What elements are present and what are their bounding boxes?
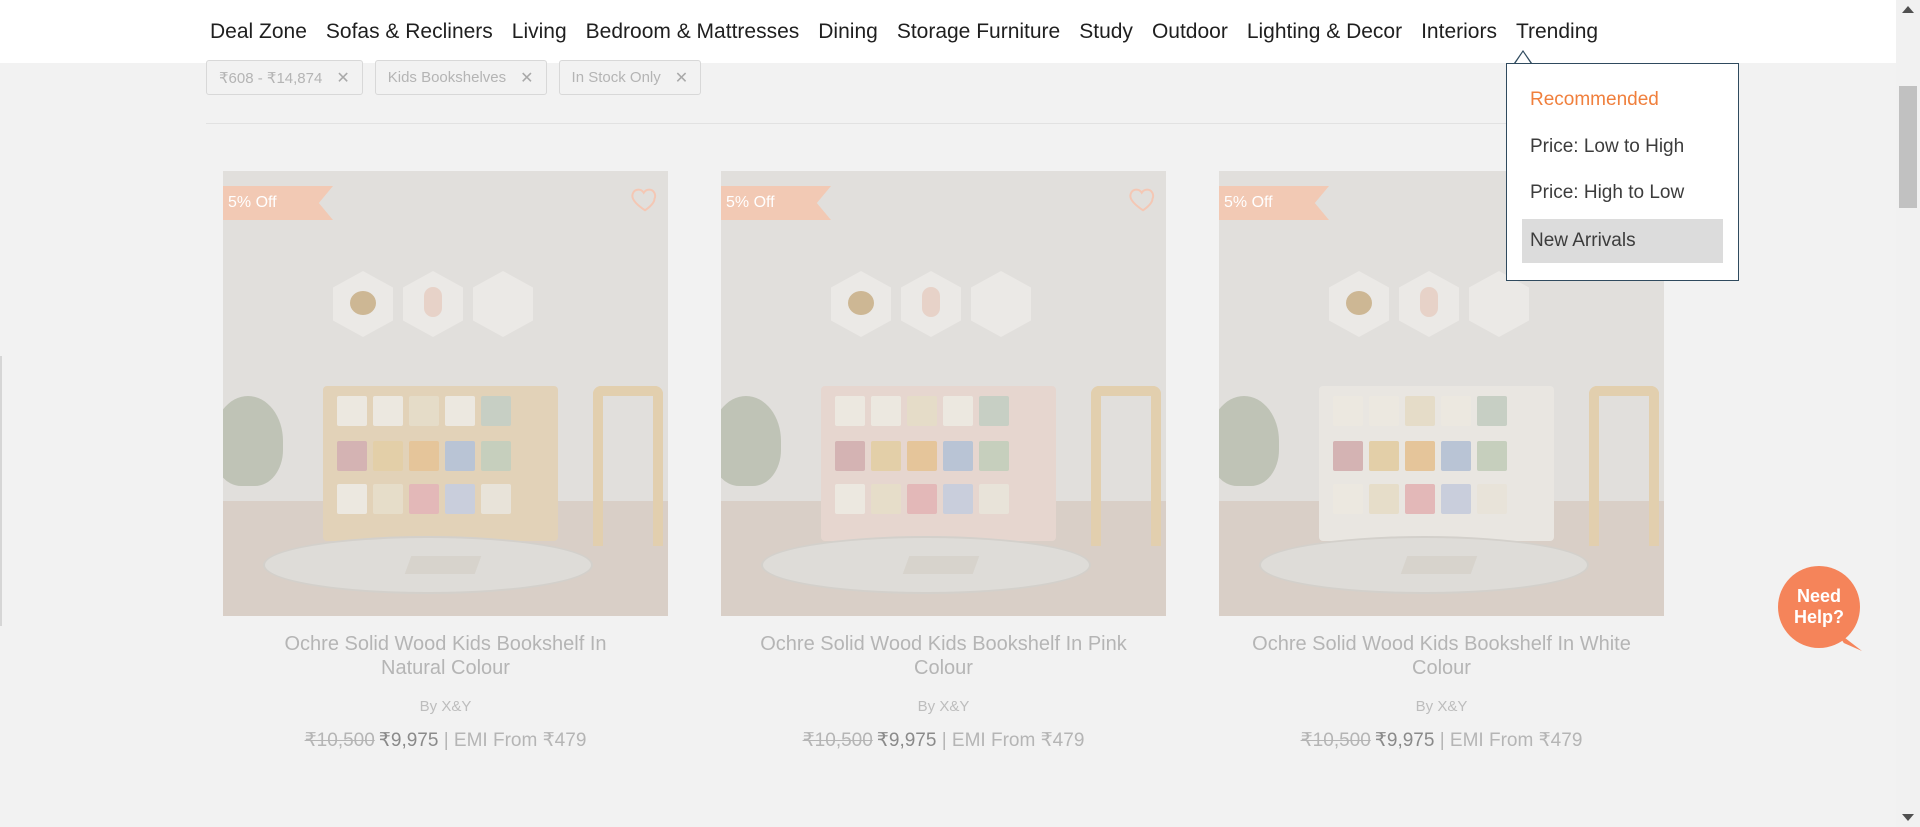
- filter-chip-category[interactable]: Kids Bookshelves ✕: [374, 60, 547, 95]
- emi-text: | EMI From ₹479: [941, 730, 1085, 751]
- product-brand[interactable]: By X&Y: [223, 698, 668, 715]
- help-label-line1: Need: [1796, 586, 1841, 606]
- sort-option-price-high-low[interactable]: Price: High to Low: [1522, 171, 1723, 215]
- discount-badge: 5% Off: [721, 186, 831, 220]
- nav-item-outdoor[interactable]: Outdoor: [1152, 20, 1228, 44]
- nav-item-storage-furniture[interactable]: Storage Furniture: [897, 20, 1060, 44]
- nav-item-lighting-decor[interactable]: Lighting & Decor: [1247, 20, 1402, 44]
- nav-item-interiors[interactable]: Interiors: [1421, 20, 1497, 44]
- heart-icon[interactable]: [630, 184, 660, 214]
- nav-item-living[interactable]: Living: [512, 20, 567, 44]
- product-title[interactable]: Ochre Solid Wood Kids Bookshelf In Pink …: [721, 632, 1166, 680]
- filter-chip-stock[interactable]: In Stock Only ✕: [558, 60, 702, 95]
- product-brand[interactable]: By X&Y: [721, 698, 1166, 715]
- product-title[interactable]: Ochre Solid Wood Kids Bookshelf In Natur…: [223, 632, 668, 680]
- applied-filters: ₹608 - ₹14,874 ✕ Kids Bookshelves ✕ In S…: [206, 60, 713, 95]
- discount-badge: 5% Off: [223, 186, 333, 220]
- divider: [206, 123, 1666, 124]
- discount-badge: 5% Off: [1219, 186, 1329, 220]
- emi-text: | EMI From ₹479: [443, 730, 587, 751]
- product-price: ₹10,500 ₹9,975 | EMI From ₹479: [721, 729, 1166, 752]
- scroll-up-icon[interactable]: [1902, 6, 1914, 13]
- filter-chip-price[interactable]: ₹608 - ₹14,874 ✕: [206, 60, 363, 95]
- product-image[interactable]: 5% Off: [223, 171, 668, 616]
- nav-item-trending[interactable]: Trending: [1516, 20, 1598, 44]
- scrollbar[interactable]: [1896, 0, 1920, 827]
- product-title[interactable]: Ochre Solid Wood Kids Bookshelf In White…: [1219, 632, 1664, 680]
- mrp: ₹10,500: [802, 730, 873, 751]
- product-image[interactable]: 5% Off: [721, 171, 1166, 616]
- product-card[interactable]: 5% Off Ochre Solid Wood Kids Bookshelf I…: [223, 171, 668, 752]
- nav-item-deal-zone[interactable]: Deal Zone: [210, 20, 307, 44]
- mrp: ₹10,500: [1300, 730, 1371, 751]
- sort-option-price-low-high[interactable]: Price: Low to High: [1522, 125, 1723, 169]
- product-brand[interactable]: By X&Y: [1219, 698, 1664, 715]
- filter-chip-label: Kids Bookshelves: [387, 69, 507, 86]
- close-icon[interactable]: ✕: [520, 68, 533, 88]
- nav-item-dining[interactable]: Dining: [818, 20, 878, 44]
- sort-dropdown: Recommended Price: Low to High Price: Hi…: [1506, 63, 1739, 281]
- scrollbar-thumb[interactable]: [1899, 86, 1917, 208]
- sale-price: ₹9,975: [378, 730, 439, 751]
- emi-text: | EMI From ₹479: [1439, 730, 1583, 751]
- dropdown-caret-icon: [1514, 50, 1532, 64]
- sort-option-new-arrivals[interactable]: New Arrivals: [1522, 219, 1723, 263]
- nav-item-bedroom-mattresses[interactable]: Bedroom & Mattresses: [586, 20, 800, 44]
- sort-option-recommended[interactable]: Recommended: [1522, 78, 1723, 122]
- mrp: ₹10,500: [304, 730, 375, 751]
- product-price: ₹10,500 ₹9,975 | EMI From ₹479: [1219, 729, 1664, 752]
- close-icon[interactable]: ✕: [675, 68, 688, 88]
- product-card[interactable]: 5% Off Ochre Solid Wood Kids Bookshelf I…: [721, 171, 1166, 752]
- sale-price: ₹9,975: [1374, 730, 1435, 751]
- filter-chip-label: ₹608 - ₹14,874: [219, 69, 323, 87]
- need-help-button[interactable]: Need Help?: [1778, 566, 1860, 648]
- nav-item-study[interactable]: Study: [1079, 20, 1133, 44]
- filter-chip-label: In Stock Only: [571, 69, 661, 86]
- heart-icon[interactable]: [1128, 184, 1158, 214]
- side-tab[interactable]: [0, 356, 2, 626]
- scroll-down-icon[interactable]: [1902, 814, 1914, 821]
- close-icon[interactable]: ✕: [336, 68, 349, 88]
- product-price: ₹10,500 ₹9,975 | EMI From ₹479: [223, 729, 668, 752]
- help-label-line2: Help?: [1793, 607, 1844, 627]
- top-navigation: Deal Zone Sofas & Recliners Living Bedro…: [0, 0, 1896, 63]
- nav-item-sofas-recliners[interactable]: Sofas & Recliners: [326, 20, 493, 44]
- sale-price: ₹9,975: [876, 730, 937, 751]
